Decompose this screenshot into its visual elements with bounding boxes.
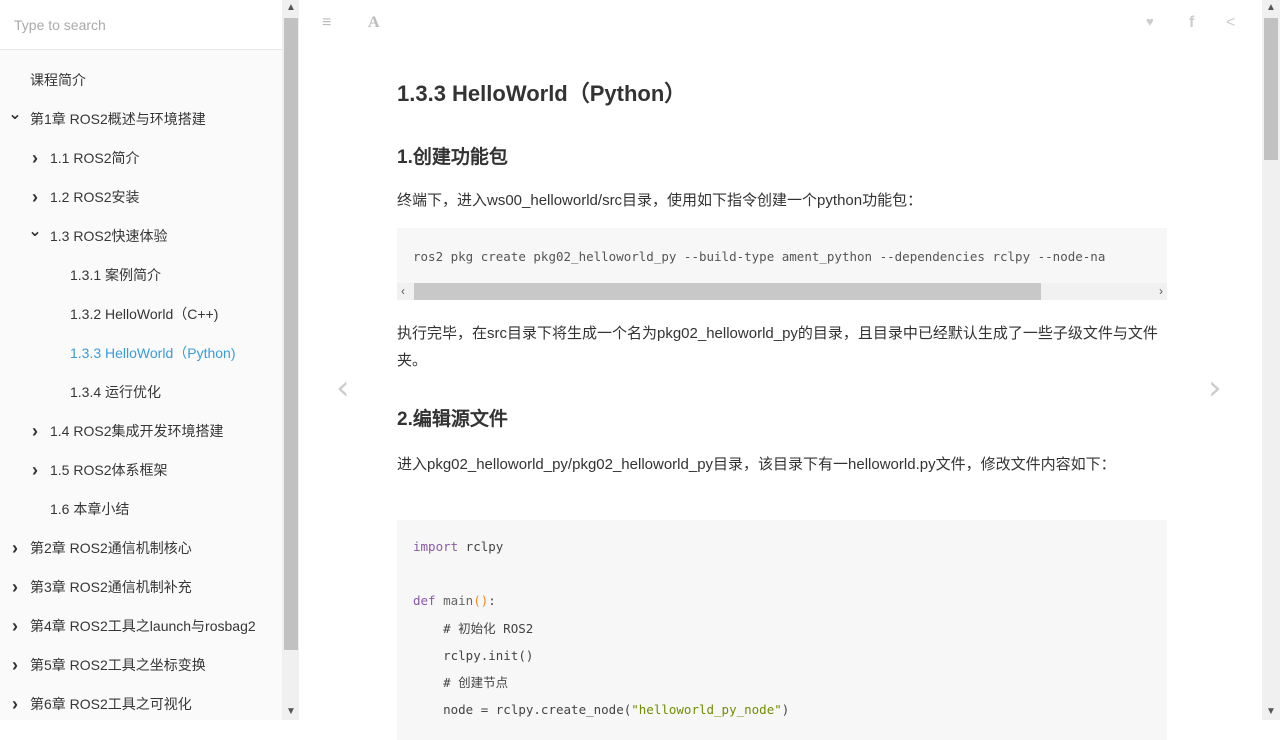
sidebar-item[interactable]: › 1.2 ROS2安装 (0, 178, 282, 217)
font-settings-icon[interactable]: A (368, 14, 380, 32)
sidebar-item[interactable]: › 1.5 ROS2体系框架 (0, 451, 282, 490)
code-text: () (473, 593, 489, 609)
chevron-right-icon[interactable]: › (8, 529, 22, 568)
chevron-right-icon[interactable]: › (8, 646, 22, 685)
section-heading: 1.创建功能包 (397, 147, 508, 168)
sidebar-item[interactable]: › 1.4 ROS2集成开发环境搭建 (0, 412, 282, 451)
twitter-icon[interactable]: ♥ (1146, 14, 1154, 29)
paragraph: 执行完毕，在src目录下将生成一个名为pkg02_helloworld_py的目… (397, 325, 1158, 369)
sidebar-item-label: 第4章 ROS2工具之launch与rosbag2 (30, 618, 256, 634)
scroll-up-arrow[interactable]: ▲ (1263, 0, 1279, 16)
code-horizontal-scrollbar[interactable]: ‹ › (397, 283, 1167, 300)
main-content: ≡ A ♥ f < ‹ › 1.3.3 HelloWorld（Python） 1… (300, 0, 1262, 740)
sidebar-item-label: 1.3.1 案例简介 (70, 267, 162, 283)
sidebar-item-label: 1.1 ROS2简介 (50, 150, 140, 166)
next-page-button[interactable]: › (1208, 368, 1222, 408)
keyword: import (413, 539, 459, 554)
search-box (0, 0, 282, 50)
sidebar-item[interactable]: › 第5章 ROS2工具之坐标变换 (0, 646, 282, 685)
scroll-up-arrow[interactable]: ▲ (283, 0, 299, 16)
function-name: main (435, 593, 474, 609)
chevron-right-icon[interactable]: › (28, 178, 42, 217)
page-scrollbar[interactable]: ▲ ▼ (1262, 0, 1280, 720)
prev-page-button[interactable]: ‹ (336, 368, 350, 408)
code-text: ) (781, 702, 790, 718)
sidebar-item[interactable]: › 1.1 ROS2简介 (0, 139, 282, 178)
sidebar-item[interactable]: › 第6章 ROS2工具之可视化 (0, 685, 282, 724)
code-block: ros2 pkg create pkg02_helloworld_py --bu… (397, 228, 1167, 300)
sidebar-item-label: 第1章 ROS2概述与环境搭建 (30, 111, 206, 127)
scroll-down-arrow[interactable]: ▼ (1263, 704, 1279, 720)
share-icon[interactable]: < (1226, 14, 1235, 32)
sidebar-item-label: 1.3.3 HelloWorld（Python) (70, 345, 236, 361)
sidebar-item-label: 1.5 ROS2体系框架 (50, 462, 168, 478)
search-input[interactable] (0, 0, 282, 50)
code-text: : (488, 593, 496, 609)
chevron-right-icon[interactable]: › (28, 139, 42, 178)
chevron-right-icon[interactable]: › (8, 607, 22, 646)
page-title: 1.3.3 HelloWorld（Python） (397, 81, 687, 106)
sidebar-item-label: 第5章 ROS2工具之坐标变换 (30, 657, 206, 673)
sidebar-item[interactable]: 1.3.2 HelloWorld（C++) (0, 295, 282, 334)
sidebar-item-label: 第6章 ROS2工具之可视化 (30, 696, 192, 712)
sidebar-item-label: 课程简介 (30, 72, 86, 88)
table-of-contents: 课程简介 ⌄ 第1章 ROS2概述与环境搭建 › 1.1 ROS2简介 › 1.2 ROS2… (0, 61, 282, 724)
sidebar-item-label: 第2章 ROS2通信机制核心 (30, 540, 192, 556)
code-line: node = rclpy.create_node("helloworld_py_… (413, 696, 1151, 723)
sidebar-item-label: 1.3.2 HelloWorld（C++) (70, 306, 219, 322)
sidebar-item[interactable]: ⌄ 第1章 ROS2概述与环境搭建 (0, 100, 282, 139)
menu-icon[interactable]: ≡ (322, 14, 331, 32)
sidebar-item[interactable]: › 第4章 ROS2工具之launch与rosbag2 (0, 607, 282, 646)
sidebar-item-label: 第3章 ROS2通信机制补充 (30, 579, 192, 595)
scroll-left-arrow[interactable]: ‹ (401, 283, 405, 300)
chevron-right-icon[interactable]: › (28, 412, 42, 451)
code-comment: # 初始化 ROS2 (413, 620, 534, 636)
code-text: node = rclpy.create_node( (413, 702, 632, 718)
sidebar-item-label: 1.3.4 运行优化 (70, 384, 162, 400)
scroll-right-arrow[interactable]: › (1159, 283, 1163, 300)
page-scrollbar-thumb[interactable] (1264, 18, 1278, 160)
code-line: rclpy.init() (413, 647, 534, 663)
sidebar-item-label: 1.2 ROS2安装 (50, 189, 140, 205)
sidebar-item[interactable]: 1.6 本章小结 (0, 490, 282, 529)
sidebar-item[interactable]: 1.3.1 案例简介 (0, 256, 282, 295)
sidebar-item-label: 1.4 ROS2集成开发环境搭建 (50, 423, 224, 439)
code-line: def main(): (413, 587, 1151, 614)
sidebar-item-label: 1.6 本章小结 (50, 501, 130, 517)
sidebar-item[interactable]: › 第2章 ROS2通信机制核心 (0, 529, 282, 568)
keyword: def (413, 593, 436, 609)
string-literal: "helloworld_py_node" (631, 702, 782, 718)
sidebar-item-label: 1.3 ROS2快速体验 (50, 228, 168, 244)
sidebar-item[interactable]: 1.3.3 HelloWorld（Python) (0, 334, 282, 373)
code-block: import rclpy def main(): # 初始化 ROS2 rclp… (397, 520, 1167, 740)
sidebar-item[interactable]: 1.3.4 运行优化 (0, 373, 282, 412)
chevron-right-icon[interactable]: › (8, 568, 22, 607)
sidebar-scrollbar-thumb[interactable] (284, 18, 298, 650)
section-heading: 2.编辑源文件 (397, 409, 508, 430)
paragraph: 进入pkg02_helloworld_py/pkg02_helloworld_p… (397, 456, 1116, 473)
paragraph: 终端下，进入ws00_helloworld/src目录，使用如下指令创建一个py… (397, 192, 923, 209)
command-text: ros2 pkg create pkg02_helloworld_py --bu… (413, 249, 1106, 264)
code-text: rclpy (458, 539, 504, 554)
sidebar-item[interactable]: › 第3章 ROS2通信机制补充 (0, 568, 282, 607)
code-scrollbar-thumb[interactable] (414, 283, 1041, 300)
sidebar-item[interactable]: 课程简介 (0, 61, 282, 100)
scroll-down-arrow[interactable]: ▼ (283, 704, 299, 720)
sidebar-item[interactable]: ⌄ 1.3 ROS2快速体验 (0, 217, 282, 256)
chevron-down-icon[interactable]: ⌄ (8, 100, 22, 130)
sidebar: 课程简介 ⌄ 第1章 ROS2概述与环境搭建 › 1.1 ROS2简介 › 1.2 ROS2… (0, 0, 283, 720)
facebook-icon[interactable]: f (1189, 14, 1194, 32)
chevron-down-icon[interactable]: ⌄ (28, 217, 42, 247)
chevron-right-icon[interactable]: › (8, 685, 22, 724)
code-comment: # 创建节点 (413, 674, 509, 690)
chevron-right-icon[interactable]: › (28, 451, 42, 490)
code-line: import rclpy (413, 533, 1151, 560)
sidebar-scrollbar[interactable]: ▲ ▼ (283, 0, 299, 720)
